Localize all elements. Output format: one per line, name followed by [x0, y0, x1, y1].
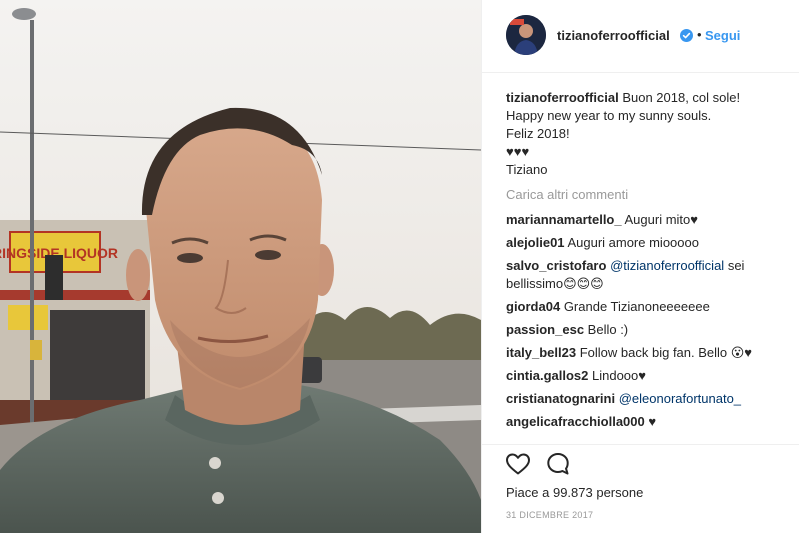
follow-button[interactable]: Segui	[705, 28, 740, 43]
comment-username[interactable]: giorda04	[506, 299, 560, 314]
comment-username[interactable]: salvo_cristofaro	[506, 258, 606, 273]
caption-username[interactable]: tizianoferroofficial	[506, 90, 619, 105]
list-item: cristianatognarini @eleonorafortunato_	[506, 390, 791, 408]
comment-username[interactable]: cintia.gallos2	[506, 368, 588, 383]
list-item: cintia.gallos2 Lindooo♥	[506, 367, 791, 385]
heart-icon[interactable]	[505, 451, 531, 477]
caption-line: Buon 2018, col sole!	[622, 90, 741, 105]
list-item: giorda04 Grande Tizianoneeeeeee	[506, 298, 791, 316]
post-header: tizianoferroofficial • Segui	[482, 0, 799, 73]
separator-dot: •	[697, 27, 702, 42]
post-photo: RINGSIDE LIQUOR	[0, 0, 481, 533]
comment-username[interactable]: passion_esc	[506, 322, 584, 337]
comment-text: Follow back big fan. Bello 😮♥	[579, 345, 753, 360]
comment-text: Auguri mito♥	[624, 212, 698, 227]
comment-username[interactable]: mariannamartello_	[506, 212, 622, 227]
comment-username[interactable]: italy_bell23	[506, 345, 576, 360]
caption-hearts: ♥♥♥	[506, 144, 530, 159]
list-item: italy_bell23 Follow back big fan. Bello …	[506, 344, 791, 362]
caption-signature: Tiziano	[506, 162, 548, 177]
header-username[interactable]: tizianoferroofficial	[557, 28, 670, 43]
comment-username[interactable]: angelicafracchiolla000	[506, 414, 645, 429]
post-date: 31 DICEMBRE 2017	[506, 510, 594, 520]
comment-username[interactable]: cristianatognarini	[506, 391, 615, 406]
comment-bubble-icon[interactable]	[545, 451, 571, 477]
caption-line: Happy new year to my sunny souls.	[506, 108, 712, 123]
list-item: passion_esc Bello :)	[506, 321, 791, 339]
post-caption: tizianoferroofficial Buon 2018, col sole…	[506, 89, 786, 179]
comment-mention-link[interactable]: @eleonorafortunato_	[619, 391, 741, 406]
load-more-comments-link[interactable]: Carica altri commenti	[506, 187, 628, 202]
avatar[interactable]	[506, 15, 546, 55]
list-item: angelicafracchiolla000 ♥	[506, 413, 791, 431]
comment-text: Lindooo♥	[592, 368, 646, 383]
verified-badge-icon	[680, 29, 693, 42]
caption-line: Feliz 2018!	[506, 126, 570, 141]
comment-list: mariannamartello_ Auguri mito♥ alejolie0…	[506, 211, 791, 436]
list-item: mariannamartello_ Auguri mito♥	[506, 211, 791, 229]
comment-text: Bello :)	[587, 322, 629, 337]
instagram-post-modal: RINGSIDE LIQUOR tizianoferroofficial • S…	[0, 0, 799, 533]
likes-count[interactable]: Piace a 99.873 persone	[506, 485, 643, 500]
list-item: alejolie01 Auguri amore miooooo	[506, 234, 791, 252]
divider	[482, 444, 799, 445]
comment-text: Grande Tizianoneeeeeee	[563, 299, 710, 314]
post-side-panel: tizianoferroofficial • Segui tizianoferr…	[481, 0, 799, 533]
comment-text: Auguri amore miooooo	[567, 235, 699, 250]
list-item: salvo_cristofaro @tizianoferroofficial s…	[506, 257, 791, 293]
comment-mention-link[interactable]: @tizianoferroofficial	[610, 258, 724, 273]
comment-text: ♥	[648, 414, 657, 429]
comment-username[interactable]: alejolie01	[506, 235, 565, 250]
